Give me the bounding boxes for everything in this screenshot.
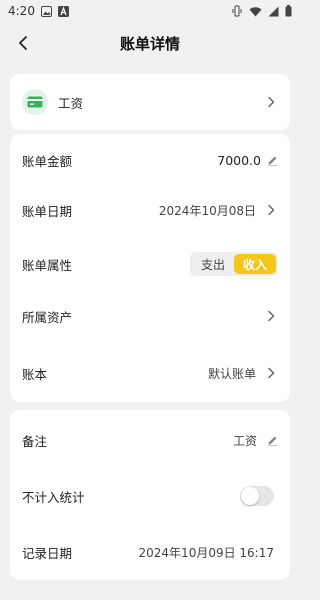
attribute-row: 账单属性 支出 收入 [10,244,290,284]
category-card[interactable]: 工资 [10,74,290,130]
book-value: 默认账单 [207,366,256,381]
category-icon-badge [22,89,48,115]
status-time: 4:20 [8,4,35,18]
vibrate-icon [231,5,243,17]
record-date-label: 记录日期 [22,545,73,561]
signal-icon [268,6,279,17]
wifi-icon [249,6,262,17]
top-app-bar: 账单详情 [0,22,300,64]
gallery-icon [40,5,52,17]
exclude-stats-row: 不计入统计 [10,476,290,516]
attribute-segmented-control: 支出 收入 [190,252,278,276]
chevron-left-icon [17,35,29,51]
bill-details-card: 账单金额 7000.0 账单日期 2024年10月08日 账单属性 支出 收入 … [10,134,290,402]
book-row[interactable]: 账本 默认账单 [10,353,290,393]
amount-label: 账单金额 [22,153,73,169]
note-value: 工资 [232,433,257,448]
asset-value-wrap [256,310,278,322]
book-value-wrap: 默认账单 [208,365,278,382]
status-right [231,5,292,17]
wallet-card-icon [27,96,43,108]
record-date-row: 记录日期 2024年10月09日 16:17 [10,532,290,572]
status-left: 4:20 [8,4,69,18]
date-label: 账单日期 [22,203,73,219]
toggle-knob [241,487,259,505]
status-bar: 4:20 [0,0,300,22]
text-a-icon [57,5,69,17]
category-row[interactable]: 工资 [10,74,290,130]
category-chevron-wrap [256,96,278,108]
amount-value-wrap: 7000.0 [217,153,278,168]
attribute-label: 账单属性 [22,257,73,273]
asset-row[interactable]: 所属资产 [10,296,290,336]
chevron-right-icon [264,310,278,322]
date-value: 2024年10月08日 [158,203,256,218]
pencil-icon[interactable] [267,435,278,446]
exclude-stats-toggle[interactable] [240,486,274,506]
extra-info-card: 备注 工资 不计入统计 记录日期 2024年10月09日 16:17 [10,410,290,580]
note-label: 备注 [22,433,48,449]
battery-icon [285,5,292,17]
chevron-right-icon [264,204,278,216]
pencil-icon[interactable] [267,155,278,166]
date-value-wrap: 2024年10月08日 [159,202,278,219]
chevron-right-icon [264,96,278,108]
book-label: 账本 [22,366,48,382]
exclude-stats-label: 不计入统计 [22,489,85,505]
amount-row[interactable]: 账单金额 7000.0 [10,140,290,180]
date-row[interactable]: 账单日期 2024年10月08日 [10,190,290,230]
note-row[interactable]: 备注 工资 [10,420,290,460]
category-name: 工资 [58,95,84,111]
asset-label: 所属资产 [22,309,73,325]
segment-income[interactable]: 收入 [234,254,276,274]
amount-value: 7000.0 [217,152,261,168]
record-date-value: 2024年10月09日 16:17 [138,545,274,560]
page-title: 账单详情 [119,34,180,53]
chevron-right-icon [264,367,278,379]
back-button[interactable] [10,30,36,56]
note-value-wrap: 工资 [233,432,278,449]
segment-expense[interactable]: 支出 [192,254,234,274]
